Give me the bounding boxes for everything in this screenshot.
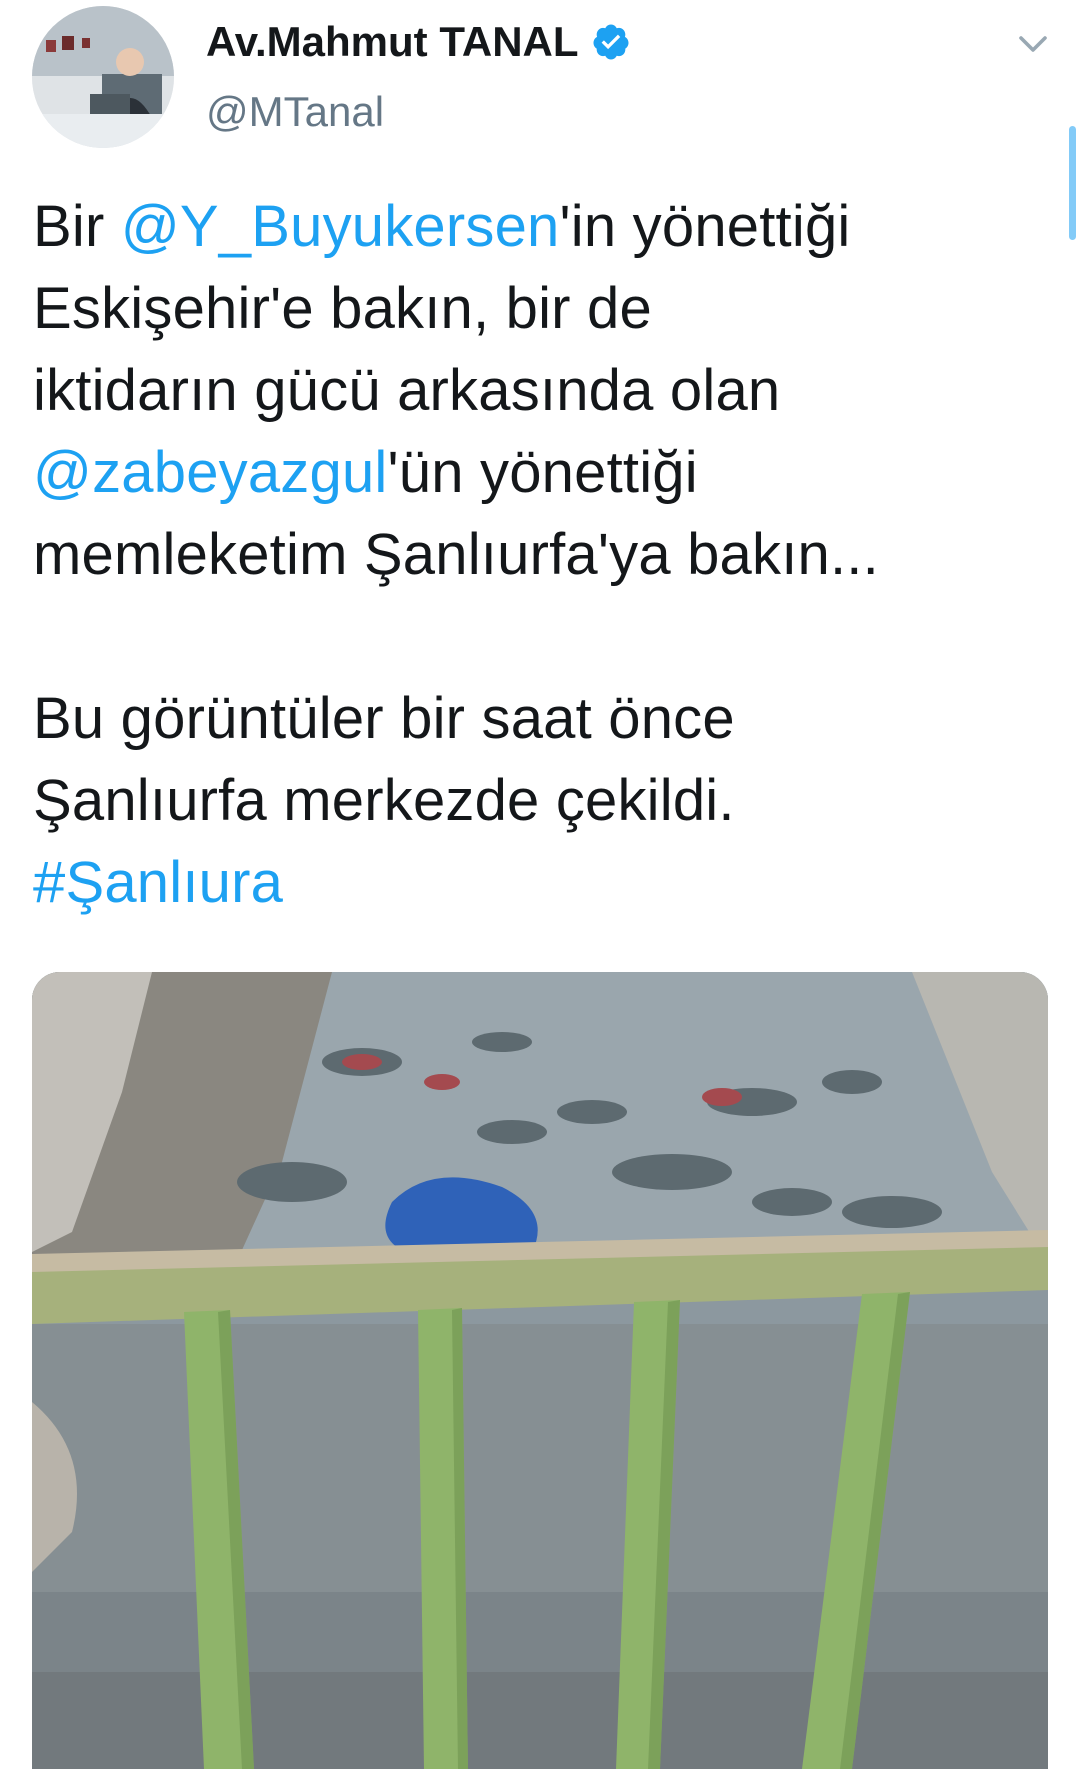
- display-name[interactable]: Av.Mahmut TANAL: [206, 18, 579, 66]
- tweet-line: Bir @Y_Buyukersen'in yönettiği: [33, 186, 1043, 268]
- mention-link[interactable]: @Y_Buyukersen: [121, 194, 560, 259]
- tweet-line: #Şanlıura: [33, 842, 1043, 924]
- tweet-text-segment: iktidarın gücü arkasında olan: [33, 358, 781, 423]
- chevron-down-icon[interactable]: [1015, 26, 1051, 62]
- user-handle[interactable]: @MTanal: [206, 88, 384, 136]
- tweet-text-segment: 'in yönettiği: [559, 194, 851, 259]
- tweet-line: Bu görüntüler bir saat önce: [33, 678, 1043, 760]
- tweet-text-segment: memleketim Şanlıurfa'ya bakın...: [33, 522, 879, 587]
- profile-photo: [32, 6, 174, 148]
- tweet-text-segment: Eskişehir'e bakın, bir de: [33, 276, 652, 341]
- avatar[interactable]: [32, 6, 174, 148]
- tweet-text-segment: Bir: [33, 194, 121, 259]
- scrollbar[interactable]: [1069, 126, 1076, 240]
- tweet-text: Bir @Y_Buyukersen'in yönettiği Eskişehir…: [33, 186, 1043, 924]
- tweet-line: memleketim Şanlıurfa'ya bakın...: [33, 514, 1043, 596]
- tweet-text-segment: Şanlıurfa merkezde çekildi.: [33, 768, 735, 833]
- video-thumbnail: [32, 972, 1048, 1769]
- tweet-text-segment: 'ün yönettiği: [387, 440, 698, 505]
- mention-link[interactable]: @zabeyazgul: [33, 440, 388, 505]
- verified-badge-icon: [593, 24, 629, 60]
- tweet-line: Eskişehir'e bakın, bir de: [33, 268, 1043, 350]
- tweet-text-segment: Bu görüntüler bir saat önce: [33, 686, 735, 751]
- hashtag-link[interactable]: #Şanlıura: [33, 850, 283, 915]
- tweet-line: Şanlıurfa merkezde çekildi.: [33, 760, 1043, 842]
- tweet-line: @zabeyazgul'ün yönettiği: [33, 432, 1043, 514]
- display-name-row[interactable]: Av.Mahmut TANAL: [206, 18, 631, 66]
- tweet-media-video[interactable]: [32, 972, 1048, 1769]
- tweet-line: iktidarın gücü arkasında olan: [33, 350, 1043, 432]
